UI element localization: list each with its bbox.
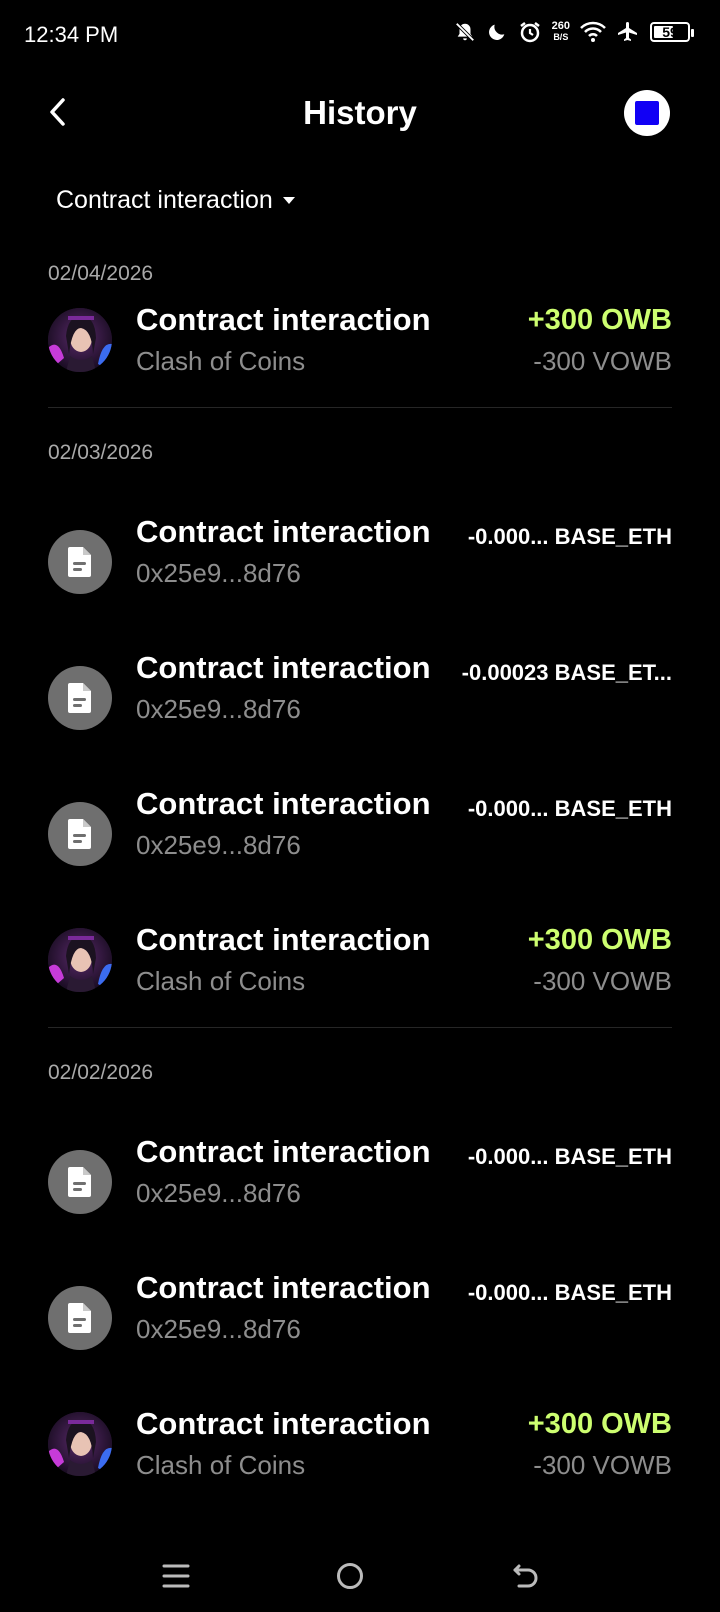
transaction-title: Contract interaction <box>136 302 431 337</box>
transaction-title: Contract interaction <box>136 1406 431 1441</box>
status-time: 12:34 PM <box>24 22 119 47</box>
transaction-amount: -0.000... BASE_ETH <box>467 524 672 549</box>
header: History <box>0 80 720 152</box>
transaction-row[interactable]: Contract interaction 0x25e9...8d76 -0.000.… <box>48 514 672 610</box>
status-bar: 12:34 PM 260 B/S 59 <box>0 0 720 72</box>
battery-level: 59 <box>662 24 678 40</box>
airplane-icon <box>616 20 640 44</box>
net-speed: 260 B/S <box>552 21 570 43</box>
back-icon <box>513 1564 538 1588</box>
transaction-row[interactable]: Contract interaction Clash of Coins +300 O… <box>48 302 672 398</box>
transaction-subtitle: Clash of Coins <box>136 966 306 996</box>
transaction-amount: -0.000... BASE_ETH <box>467 796 672 821</box>
group-divider <box>48 407 672 408</box>
document-icon <box>48 666 112 730</box>
transaction-amount: -0.00023 BASE_ET... <box>461 660 672 685</box>
net-speed-value: 260 <box>551 20 570 32</box>
caret-down-icon <box>282 197 295 204</box>
transaction-title: Contract interaction <box>136 514 431 549</box>
transaction-row[interactable]: Contract interaction 0x25e9...8d76 -0.0002… <box>48 650 672 746</box>
filter-label: Contract interaction <box>56 186 273 214</box>
status-icons: 260 B/S 59 <box>454 20 694 44</box>
document-icon <box>48 1150 112 1214</box>
bell-off-icon <box>454 21 476 43</box>
transaction-amount: +300 OWB <box>527 924 672 956</box>
menu-icon <box>162 1564 190 1588</box>
group-divider <box>48 1027 672 1028</box>
wifi-icon <box>580 21 606 43</box>
transaction-row[interactable]: Contract interaction 0x25e9...8d76 -0.000.… <box>48 786 672 882</box>
net-speed-unit: B/S <box>553 32 569 42</box>
transaction-subtitle: 0x25e9...8d76 <box>136 1178 301 1208</box>
transaction-amount-secondary: -300 VOWB <box>533 966 672 996</box>
transaction-subtitle: 0x25e9...8d76 <box>136 694 301 724</box>
date-header: 02/04/2026 <box>48 262 154 285</box>
date-header: 02/03/2026 <box>48 441 154 464</box>
system-nav-bar <box>0 1540 720 1612</box>
transaction-title: Contract interaction <box>136 1134 431 1169</box>
battery-icon: 59 <box>650 22 694 42</box>
game-avatar-icon <box>48 928 112 992</box>
transaction-amount: -0.000... BASE_ETH <box>467 1280 672 1305</box>
transaction-row[interactable]: Contract interaction 0x25e9...8d76 -0.000.… <box>48 1134 672 1230</box>
transaction-title: Contract interaction <box>136 786 431 821</box>
home-icon <box>337 1563 363 1589</box>
nav-back-button[interactable] <box>502 1552 550 1600</box>
transaction-amount: -0.000... BASE_ETH <box>467 1144 672 1169</box>
transaction-amount-secondary: -300 VOWB <box>533 1450 672 1480</box>
transaction-row[interactable]: Contract interaction 0x25e9...8d76 -0.000.… <box>48 1270 672 1366</box>
transaction-subtitle: Clash of Coins <box>136 346 306 376</box>
moon-icon <box>486 21 508 43</box>
document-icon <box>48 1286 112 1350</box>
history-screen: 12:34 PM 260 B/S 59 History Contract int… <box>0 0 720 1612</box>
transaction-subtitle: 0x25e9...8d76 <box>136 558 301 588</box>
transaction-subtitle: 0x25e9...8d76 <box>136 1314 301 1344</box>
account-avatar-icon <box>635 101 659 125</box>
transaction-subtitle: Clash of Coins <box>136 1450 306 1480</box>
transaction-amount: +300 OWB <box>527 1408 672 1440</box>
date-header: 02/02/2026 <box>48 1061 154 1084</box>
alarm-icon <box>518 20 542 44</box>
transaction-title: Contract interaction <box>136 650 431 685</box>
transaction-amount: +300 OWB <box>527 304 672 336</box>
menu-button[interactable] <box>152 1552 200 1600</box>
game-avatar-icon <box>48 1412 112 1476</box>
home-button[interactable] <box>326 1552 374 1600</box>
transaction-title: Contract interaction <box>136 1270 431 1305</box>
transaction-row[interactable]: Contract interaction Clash of Coins +300 O… <box>48 1406 672 1502</box>
document-icon <box>48 802 112 866</box>
account-button[interactable] <box>624 90 670 136</box>
transaction-title: Contract interaction <box>136 922 431 957</box>
document-icon <box>48 530 112 594</box>
filter-dropdown[interactable]: Contract interaction <box>56 186 295 215</box>
transaction-subtitle: 0x25e9...8d76 <box>136 830 301 860</box>
transaction-amount-secondary: -300 VOWB <box>533 346 672 376</box>
transaction-row[interactable]: Contract interaction Clash of Coins +300 O… <box>48 922 672 1018</box>
page-title: History <box>303 94 417 131</box>
game-avatar-icon <box>48 308 112 372</box>
